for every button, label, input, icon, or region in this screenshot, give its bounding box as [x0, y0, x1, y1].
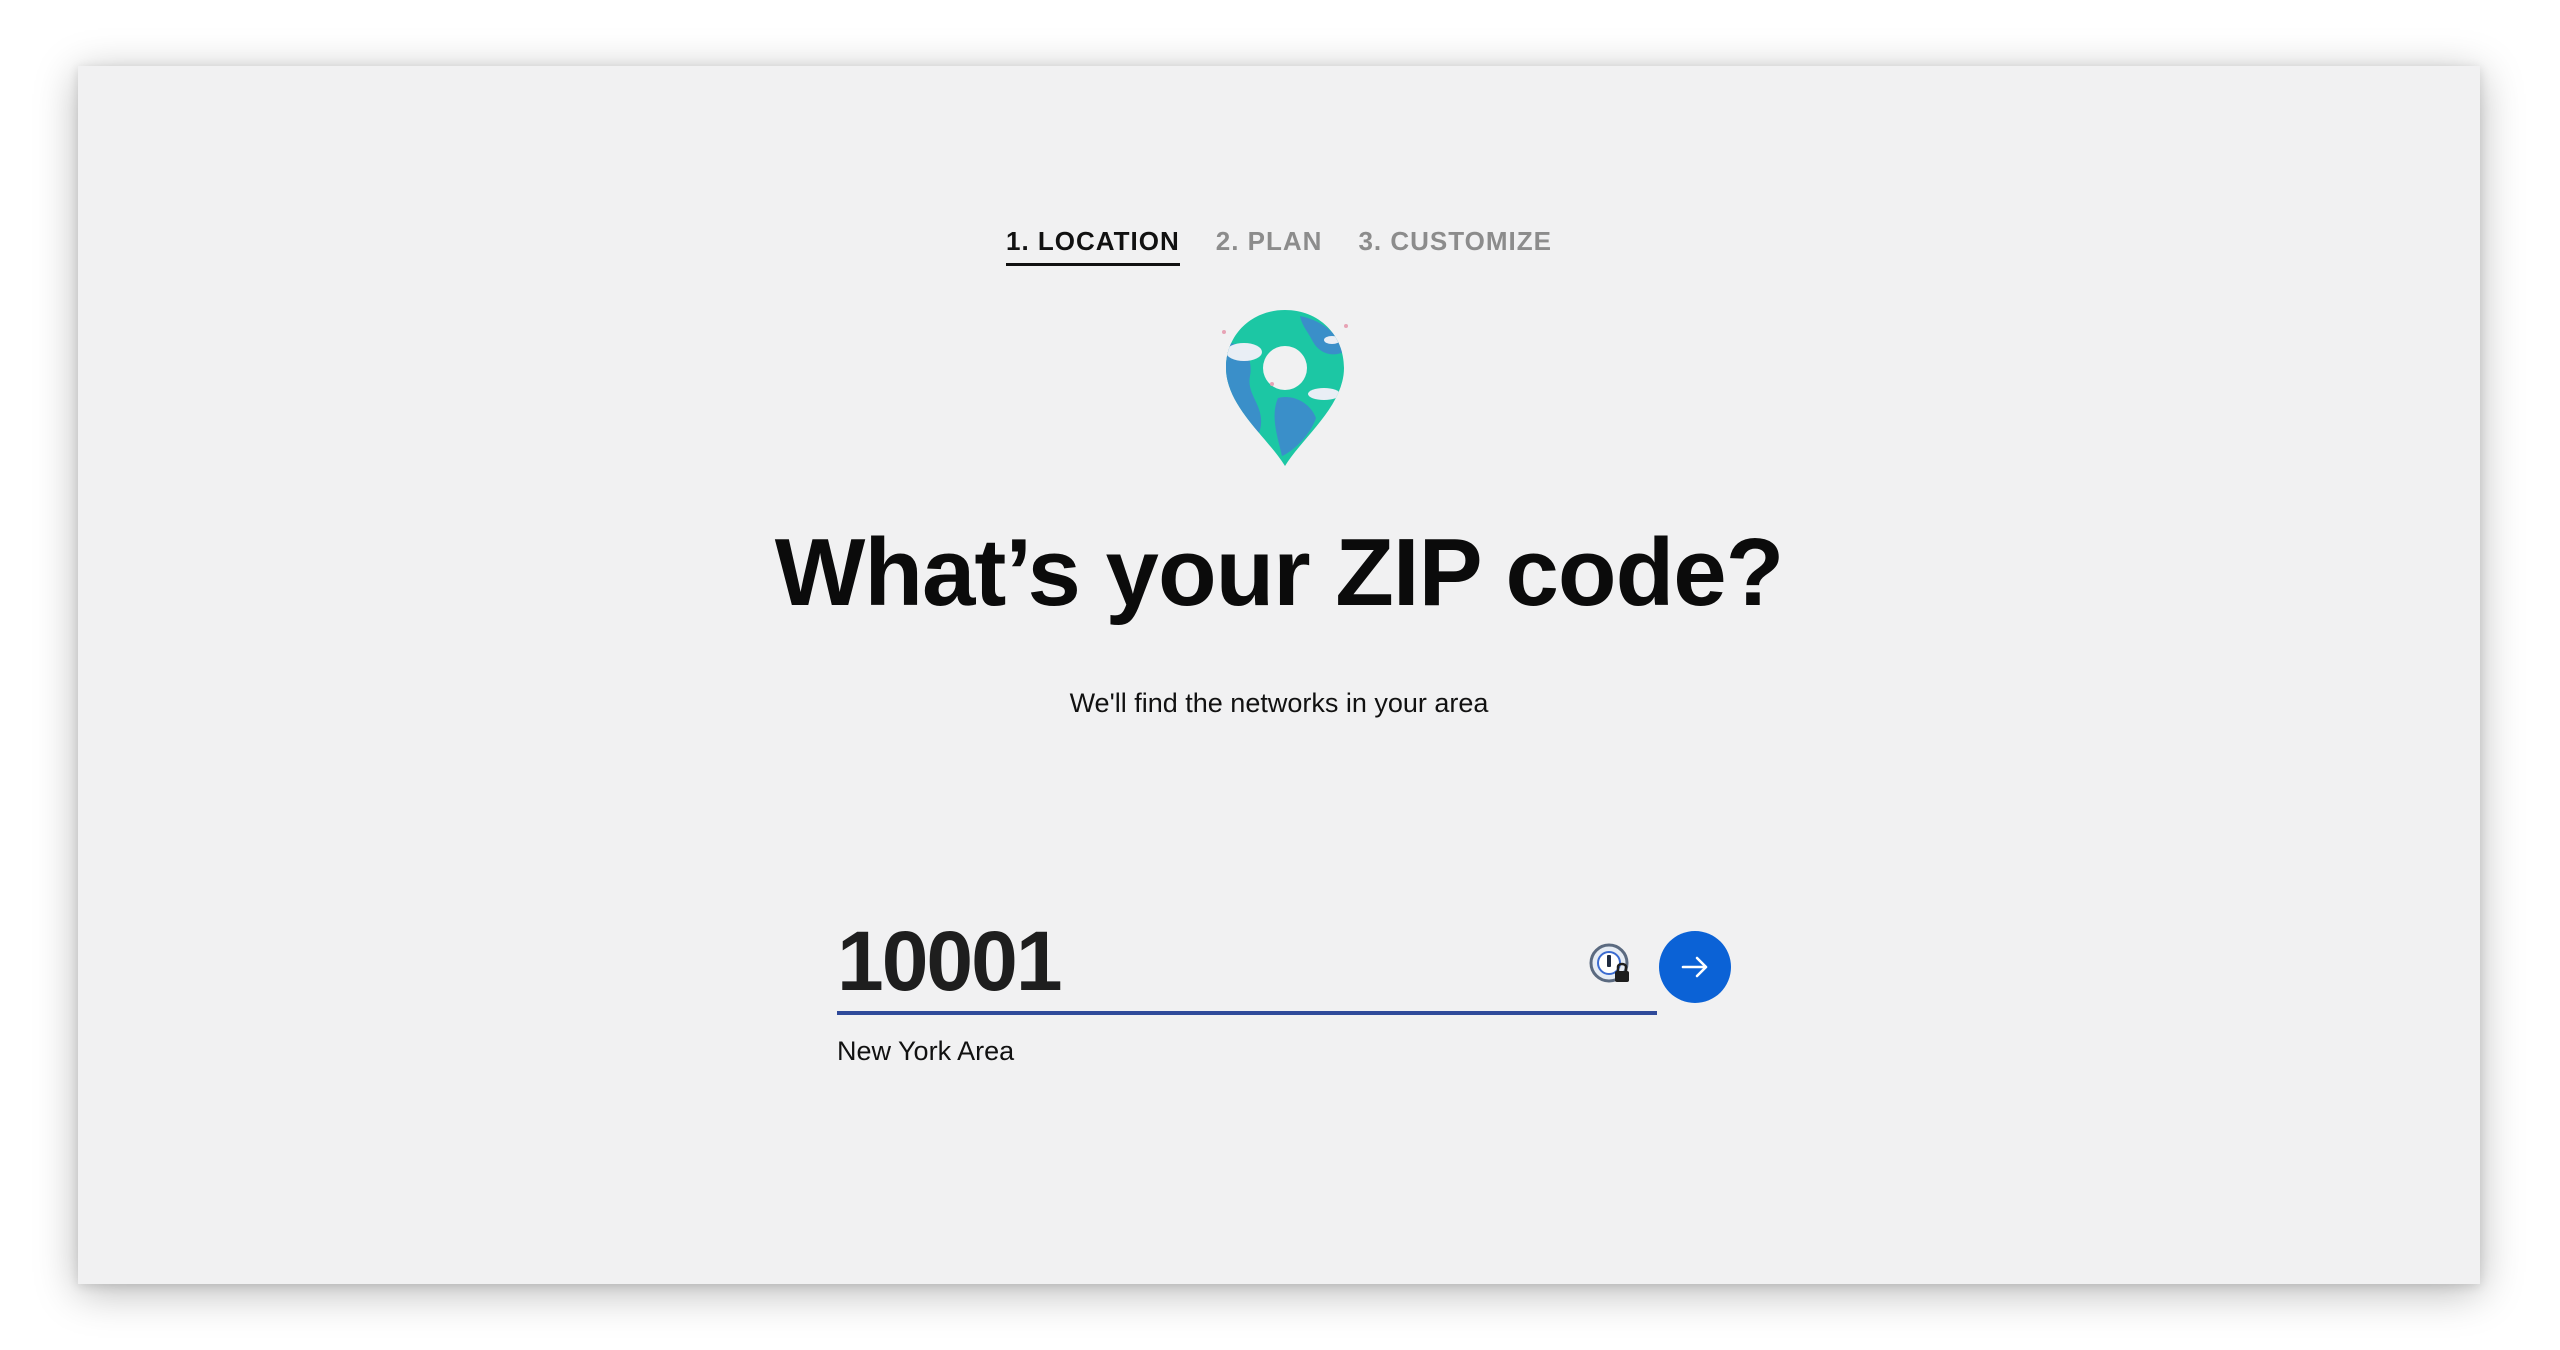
zip-code-input[interactable] — [837, 911, 1657, 1015]
step-location-tab[interactable]: 1. LOCATION — [1006, 226, 1180, 266]
page-title: What’s your ZIP code? — [774, 519, 1784, 626]
app-window: 1. LOCATION 2. PLAN 3. CUSTOMIZE What’s … — [78, 66, 2480, 1284]
zip-entry-row — [837, 911, 1737, 1021]
step-customize-tab[interactable]: 3. CUSTOMIZE — [1358, 226, 1552, 266]
submit-arrow-button[interactable] — [1659, 931, 1731, 1003]
page-subtitle: We'll find the networks in your area — [1069, 688, 1489, 718]
password-manager-lock-icon[interactable] — [1587, 941, 1635, 989]
arrow-right-icon — [1681, 956, 1708, 978]
step-plan-tab[interactable]: 2. PLAN — [1216, 226, 1323, 266]
location-pin-globe-icon — [1222, 310, 1348, 466]
zip-area-label: New York Area — [837, 1036, 1015, 1066]
step-progress-nav: 1. LOCATION 2. PLAN 3. CUSTOMIZE — [78, 226, 2480, 266]
